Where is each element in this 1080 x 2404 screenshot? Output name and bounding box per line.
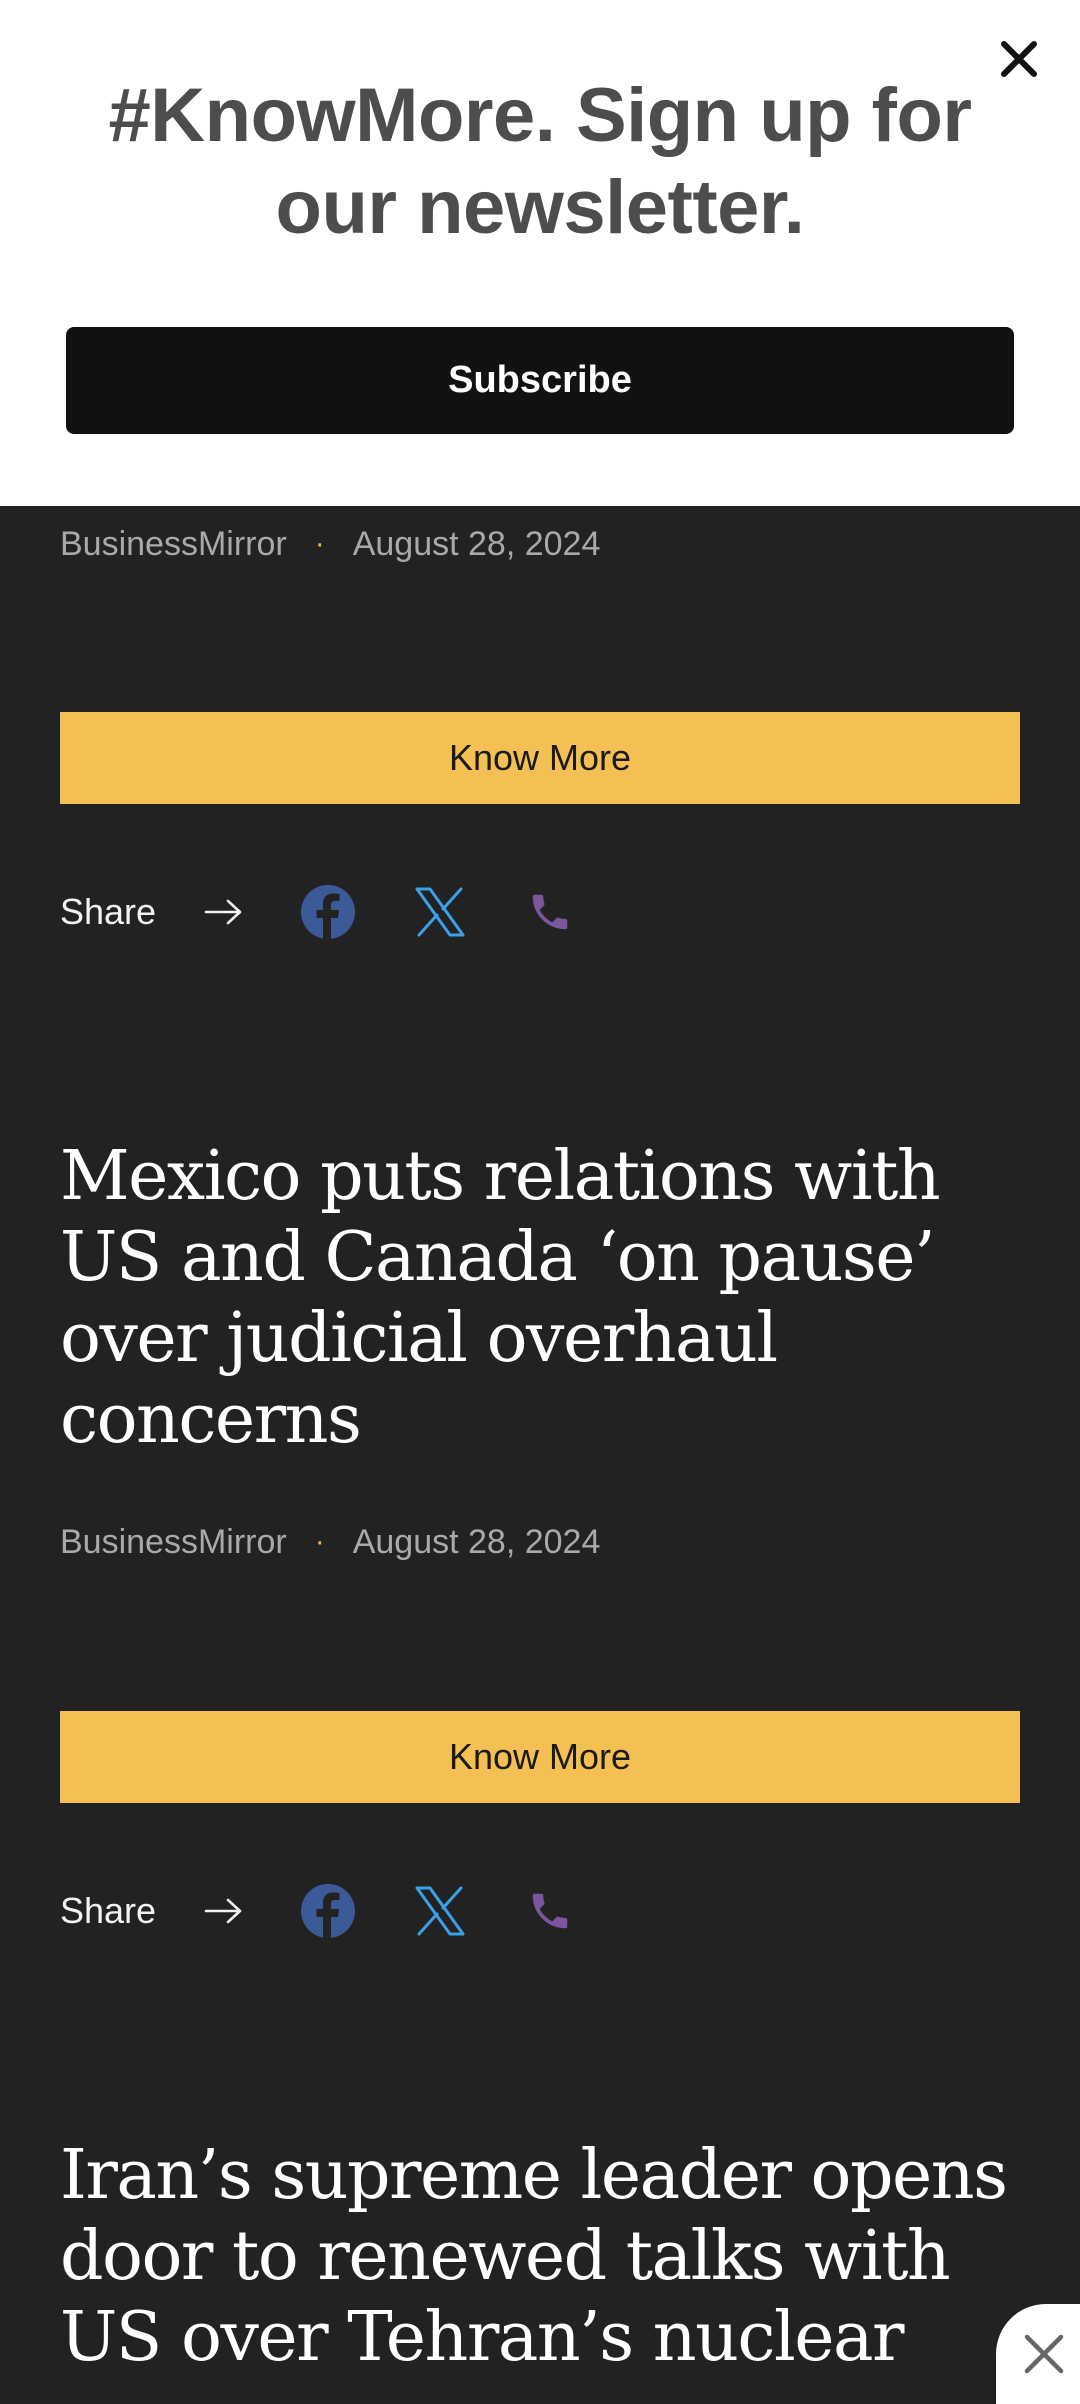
article-headline[interactable]: Iran’s supreme leader opens door to rene…	[60, 2135, 1020, 2378]
article-date: August 28, 2024	[352, 524, 601, 563]
share-x-button[interactable]	[410, 882, 470, 942]
phone-icon	[532, 1893, 568, 1929]
facebook-icon	[301, 1884, 356, 1938]
share-label: Share	[60, 891, 157, 932]
close-icon	[1024, 2334, 1064, 2374]
x-icon	[415, 887, 465, 937]
share-label: Share	[60, 1890, 157, 1931]
share-phone-button[interactable]	[520, 882, 580, 942]
article-date: August 28, 2024	[352, 1522, 601, 1561]
share-row: Share	[60, 1876, 580, 1946]
phone-icon	[532, 894, 568, 930]
arrow-right-icon	[204, 1898, 242, 1924]
share-x-button[interactable]	[410, 1881, 470, 1941]
share-facebook-button[interactable]	[298, 1881, 358, 1941]
share-row: Share	[60, 877, 580, 947]
newsletter-banner: #KnowMore. Sign up for our newsletter. S…	[0, 0, 1080, 506]
newsletter-title: #KnowMore. Sign up for our newsletter.	[108, 73, 972, 250]
share-facebook-button[interactable]	[298, 882, 358, 942]
article-headline[interactable]: Mexico puts relations with US and Canada…	[60, 1136, 1020, 1460]
article-meta: BusinessMirror · August 28, 2024	[60, 1522, 600, 1562]
article-meta: BusinessMirror · August 28, 2024	[60, 524, 600, 564]
meta-separator: ·	[314, 1525, 325, 1558]
floating-close-button[interactable]	[996, 2304, 1080, 2404]
article-source: BusinessMirror	[60, 1522, 287, 1561]
know-more-button[interactable]: Know More	[60, 1711, 1020, 1803]
subscribe-button[interactable]: Subscribe	[66, 327, 1014, 434]
article-source: BusinessMirror	[60, 524, 287, 563]
x-icon	[415, 1886, 465, 1936]
meta-separator: ·	[314, 527, 325, 560]
arrow-right-icon	[204, 899, 242, 925]
know-more-button[interactable]: Know More	[60, 712, 1020, 804]
share-phone-button[interactable]	[520, 1881, 580, 1941]
facebook-icon	[301, 885, 356, 939]
